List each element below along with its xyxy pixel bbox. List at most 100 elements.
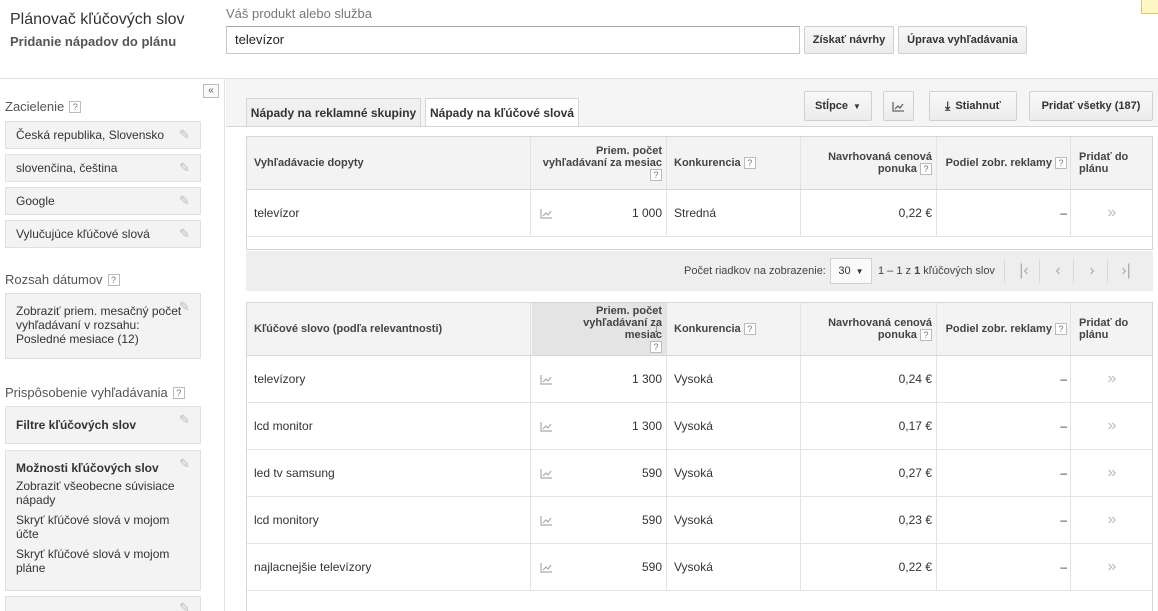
add-to-plan-button[interactable]: » [1072,356,1152,402]
column-divider [936,137,937,189]
table-row: najlacnejšie televízory 590 Vysoká 0,22 € –» [247,544,1152,591]
bid-cell: 0,22 € [898,560,932,574]
column-divider [1070,544,1071,590]
col-header-share[interactable]: Podiel zobr. reklamy ? [942,137,1067,189]
targeting-location[interactable]: Česká republika, Slovensko ✎ [5,121,201,149]
keyword-cell: televízory [254,372,306,386]
edit-search-button[interactable]: Úprava vyhľadávania [898,26,1027,54]
targeting-language[interactable]: slovenčina, čeština ✎ [5,154,201,182]
col-header-keyword[interactable]: Kľúčové slovo (podľa relevantnosti) [254,303,524,355]
help-icon[interactable]: ? [1055,323,1067,335]
add-all-button[interactable]: Pridať všetky (187) [1029,91,1153,121]
column-divider [800,137,801,189]
column-divider [800,303,801,355]
first-page-icon[interactable]: |‹ [1013,261,1035,281]
help-icon[interactable]: ? [920,329,932,341]
add-to-plan-button[interactable]: » [1072,544,1152,590]
column-divider [800,497,801,543]
keyword-filters-box[interactable]: Filtre kľúčových slov ✎ [5,406,201,444]
customize-title: Prispôsobenie vyhľadávania [5,385,168,400]
col-header-share[interactable]: Podiel zobr. reklamy ? [942,303,1067,355]
product-input[interactable]: televízor [226,26,800,54]
last-page-icon[interactable]: ›| [1115,261,1137,281]
col-header-bid[interactable]: Navrhovaná cenová ponuka ? [807,303,932,355]
help-icon[interactable]: ? [69,100,82,113]
tab-keyword-ideas[interactable]: Nápady na kľúčové slová [425,98,579,127]
keyword-options-title: Možnosti kľúčových slov [16,461,159,475]
col-header-bid[interactable]: Navrhovaná cenová ponuka ? [807,137,932,189]
help-icon[interactable]: ? [172,386,185,399]
col-header-volume[interactable]: Priem. počet vyhľadávaní za mesiac ? [537,137,662,189]
column-divider [666,403,667,449]
pencil-icon[interactable]: ✎ [179,194,193,208]
column-divider [666,137,667,189]
column-divider [530,137,531,189]
volume-cell: 590 [641,560,662,574]
pencil-icon[interactable]: ✎ [179,457,193,471]
keyword-options-box[interactable]: Možnosti kľúčových slov Zobraziť všeobec… [5,450,201,591]
col-header-competition[interactable]: Konkurencia ? [674,137,794,189]
get-ideas-button[interactable]: Získať návrhy [804,26,894,54]
date-range-box[interactable]: Zobraziť priem. mesačný počet vyhľadávan… [5,293,201,359]
column-divider [666,356,667,402]
add-to-plan-button[interactable]: » [1072,450,1152,496]
keyword-cell: lcd monitor [254,419,313,433]
bid-cell: 0,22 € [898,206,932,220]
note-icon[interactable] [1141,0,1158,14]
prev-page-icon[interactable]: ‹ [1047,261,1069,281]
pencil-icon[interactable]: ✎ [179,300,193,314]
pencil-icon[interactable]: ✎ [179,413,193,427]
tab-ad-group-ideas[interactable]: Nápady na reklamné skupiny [246,98,421,126]
pencil-icon[interactable]: ✎ [179,227,193,241]
pencil-icon[interactable]: ✎ [179,601,193,611]
pencil-icon[interactable]: ✎ [179,161,193,175]
next-page-icon[interactable]: › [1081,261,1103,281]
col-header-volume-sorted[interactable]: Priem. počet vyhľadávaní za mesiac ↓ ? [537,303,662,355]
column-divider [936,303,937,355]
col-header-competition-label: Konkurencia [674,323,741,335]
bid-cell: 0,24 € [898,372,932,386]
add-to-plan-button[interactable]: » [1072,403,1152,449]
column-divider [800,450,801,496]
column-divider [530,356,531,402]
table-row: televízory 1 300 Vysoká 0,24 € –» [247,356,1152,403]
column-divider [1070,497,1071,543]
share-cell: – [1060,419,1067,433]
pencil-icon[interactable]: ✎ [179,128,193,142]
keyword-cell: lcd monitory [254,513,319,527]
column-divider [800,544,801,590]
targeting-language-label: slovenčina, čeština [16,161,118,175]
add-to-plan-button[interactable]: » [1072,497,1152,543]
targeting-network[interactable]: Google ✎ [5,187,201,215]
download-button[interactable]: ⤓ Stiahnuť [929,91,1017,121]
col-header-query[interactable]: Vyhľadávacie dopyty [254,137,524,189]
help-icon[interactable]: ? [743,323,756,335]
help-icon[interactable]: ? [107,273,120,286]
share-cell: – [1060,372,1067,386]
keyword-cell: televízor [254,206,300,220]
keyword-option: Skryť kľúčové slová v mojom pláne [16,547,170,575]
chart-toggle-button[interactable] [883,91,914,121]
column-divider [936,190,937,236]
column-divider [666,190,667,236]
volume-cell: 1 000 [631,206,662,220]
table-header-row: Vyhľadávacie dopyty Priem. počet vyhľadá… [247,137,1152,190]
targeting-title: Zacielenie [5,99,65,114]
share-cell: – [1060,206,1067,220]
help-icon[interactable]: ? [743,157,756,169]
targeting-location-label: Česká republika, Slovensko [16,128,165,142]
help-icon[interactable]: ? [650,341,662,353]
collapse-sidebar-button[interactable]: « [203,84,219,98]
add-to-plan-button[interactable]: » [1072,190,1152,236]
column-divider [936,450,937,496]
keyword-cell: najlacnejšie televízory [254,560,372,574]
rows-per-page-select[interactable]: 30 ▼ [830,258,872,284]
targeting-negative-keywords[interactable]: Vylučujúce kľúčové slová ✎ [5,220,201,248]
col-header-competition[interactable]: Konkurencia ? [674,303,794,355]
help-icon[interactable]: ? [650,169,662,181]
page-range-suffix: kľúčových slov [920,265,995,277]
help-icon[interactable]: ? [1055,157,1067,169]
columns-button[interactable]: Stĺpce ▼ [804,91,872,121]
sidebar-next-box[interactable]: ✎ [5,596,201,611]
help-icon[interactable]: ? [920,163,932,175]
